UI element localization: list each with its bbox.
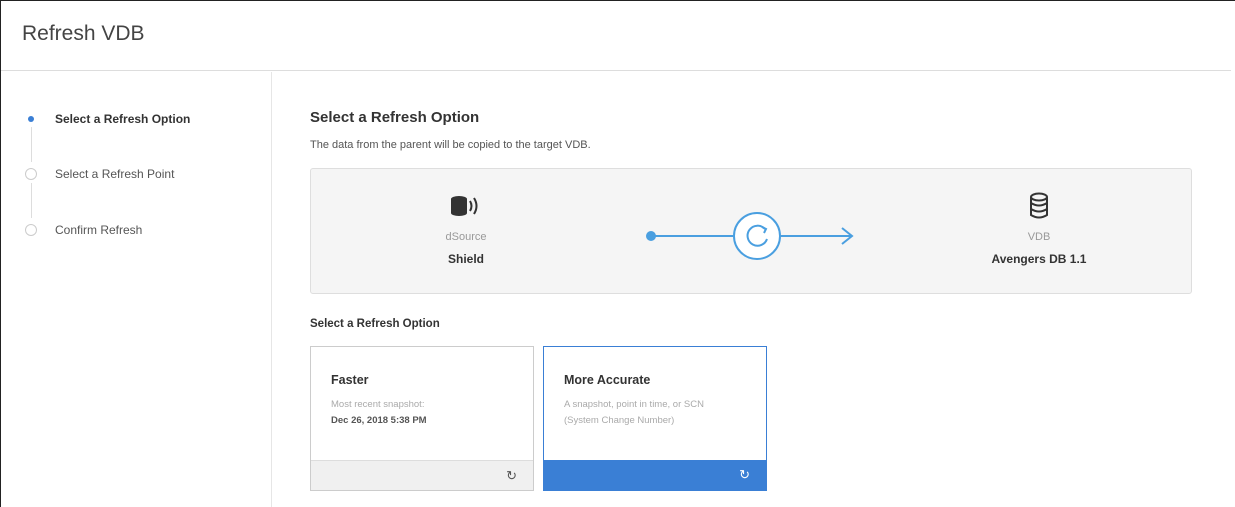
options-heading: Select a Refresh Option [310, 318, 440, 330]
target-name: Avengers DB 1.1 [991, 252, 1087, 266]
source-type: dSource [445, 231, 487, 243]
option-line: Most recent snapshot: [331, 399, 425, 410]
dsource-icon [386, 191, 546, 221]
step-label: Confirm Refresh [55, 223, 143, 237]
option-title: More Accurate [564, 373, 651, 387]
option-title: Faster [331, 373, 369, 387]
step-confirm-refresh[interactable]: Confirm Refresh [25, 220, 142, 240]
step-select-refresh-point[interactable]: Select a Refresh Point [25, 164, 174, 184]
section-description: The data from the parent will be copied … [310, 139, 591, 151]
step-active-indicator-icon [25, 113, 37, 125]
step-connector [31, 183, 32, 218]
option-more-accurate-card[interactable]: More Accurate A snapshot, point in time,… [543, 346, 767, 491]
option-footer: ↻ [544, 460, 766, 490]
page-title: Refresh VDB [22, 22, 145, 45]
option-footer: ↻ [311, 460, 533, 490]
refresh-flow-panel: dSource Shield VDB Avengers DB 1.1 [310, 168, 1192, 294]
step-select-refresh-option[interactable]: Select a Refresh Option [25, 109, 190, 129]
option-faster-card[interactable]: Faster Most recent snapshot: Dec 26, 201… [310, 346, 534, 491]
step-label: Select a Refresh Point [55, 167, 175, 181]
source-node: dSource Shield [386, 191, 546, 266]
source-name: Shield [447, 252, 484, 266]
section-title: Select a Refresh Option [310, 109, 480, 126]
refresh-icon: ↻ [739, 467, 750, 482]
dialog-header: Refresh VDB [1, 1, 1231, 71]
target-node: VDB Avengers DB 1.1 [959, 191, 1119, 266]
option-line: A snapshot, point in time, or SCN [564, 399, 704, 410]
step-indicator-icon [25, 168, 37, 180]
database-icon [959, 191, 1119, 221]
wizard-steps: Select a Refresh Option Select a Refresh… [1, 72, 272, 507]
target-type: VDB [1027, 231, 1051, 243]
step-label: Select a Refresh Option [55, 112, 191, 126]
refresh-icon: ↻ [506, 468, 517, 483]
step-connector [31, 127, 32, 162]
refresh-connector [646, 212, 854, 260]
step-indicator-icon [25, 224, 37, 236]
option-line: (System Change Number) [564, 415, 675, 426]
option-line: Dec 26, 2018 5:38 PM [331, 415, 427, 426]
